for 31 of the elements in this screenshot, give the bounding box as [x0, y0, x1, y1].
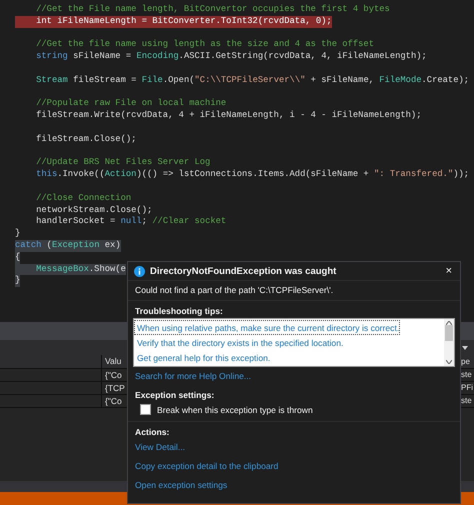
- action-link[interactable]: Copy exception detail to the clipboard: [135, 461, 278, 471]
- close-button[interactable]: ×: [444, 265, 454, 277]
- code-line: networkStream.Close();: [35, 204, 152, 216]
- code-line: //Close Connection: [35, 192, 132, 205]
- scrollbar[interactable]: [444, 319, 454, 366]
- code-line: handlerSocket = null; //Clear socket: [35, 216, 226, 228]
- code-line: //Update BRS Net Files Server Log: [35, 157, 210, 170]
- info-icon: [134, 266, 145, 276]
- action-link[interactable]: Open exception settings: [135, 480, 228, 490]
- section-heading: Actions:: [135, 427, 170, 437]
- popup-title: DirectoryNotFoundException was caught: [150, 266, 338, 276]
- code-line: Stream fileStream = File.Open("C:\\TCPFileServer\\" + sFileName, FileMode.Create);: [35, 74, 470, 87]
- code-line: fileStream.Write(rcvdData, 4 + iFileNameLength, i - 4 - iFileNameLength);: [35, 110, 422, 122]
- tip-link[interactable]: When using relative paths, make sure the current directory is correct.: [134, 320, 400, 335]
- code-line: }: [15, 228, 20, 240]
- scroll-down-icon[interactable]: [446, 360, 452, 364]
- checkbox[interactable]: [140, 404, 151, 415]
- code-line: fileStream.Close();: [35, 134, 136, 146]
- help-link[interactable]: Search for more Help Online...: [135, 371, 252, 381]
- dropdown-icon[interactable]: [462, 346, 468, 350]
- code-line: this.Invoke((Action)(() => lstConnections.Items.Add(sFileName + ": Transfered."));: [35, 169, 470, 181]
- scroll-up-icon[interactable]: [446, 321, 452, 325]
- code-line: //Get the File name length, BitConvertor occupies the first 4 bytes: [35, 4, 390, 16]
- code-line: string sFileName = Encoding.ASCII.GetString(rcvdData, 4, iFileNameLength);: [35, 51, 427, 63]
- section-heading: Troubleshooting tips:: [135, 306, 224, 316]
- action-link[interactable]: View Detail...: [135, 442, 185, 452]
- error-message: Could not find a part of the path 'C:\TCPFileServer\'.: [128, 281, 460, 301]
- code-line: //Get the file name using length as the size and 4 as the offset: [35, 39, 374, 52]
- code-line: //Populate raw File on local machine: [35, 98, 226, 110]
- tip-link[interactable]: Verify that the directory exists in the specified location.: [134, 335, 344, 350]
- column-header: pe: [461, 355, 474, 369]
